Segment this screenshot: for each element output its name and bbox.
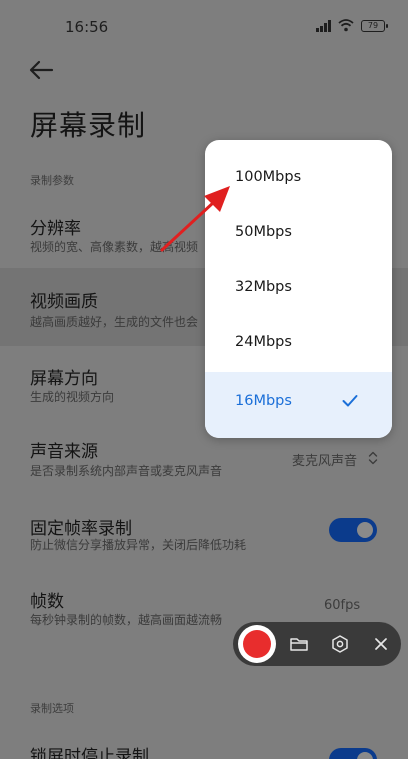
option-label: 24Mbps — [235, 334, 292, 350]
fps-value: 60fps — [324, 598, 361, 613]
back-arrow-icon[interactable] — [28, 58, 54, 82]
setting-row-fixed-fps: 固定帧率录制 防止微信分享播放异常，关闭后降低功耗 — [0, 500, 408, 568]
row-title: 帧数 — [30, 592, 64, 612]
lock-stop-toggle[interactable] — [329, 748, 377, 759]
setting-row-lock-stop: 锁屏时停止录制 — [0, 728, 408, 759]
folder-icon[interactable] — [289, 634, 309, 654]
red-arrow-annotation — [160, 186, 230, 252]
section-label-options: 录制选项 — [30, 702, 74, 715]
dropdown-option[interactable]: 24Mbps — [205, 316, 392, 371]
status-bar: 16:56 79 — [0, 0, 408, 52]
row-desc: 生成的视频方向 — [30, 390, 115, 404]
option-label: 32Mbps — [235, 279, 292, 295]
row-title: 分辨率 — [30, 219, 81, 239]
row-desc: 每秒钟录制的帧数，越高画面越流畅 — [30, 613, 223, 627]
hexagon-settings-icon[interactable] — [330, 634, 350, 654]
row-title: 屏幕方向 — [30, 369, 98, 389]
floating-recorder — [233, 622, 401, 666]
signal-icon — [316, 20, 334, 32]
select-updown-icon — [368, 451, 378, 465]
section-label-params: 录制参数 — [30, 174, 74, 187]
row-desc: 越高画质越好，生成的文件也会 — [30, 315, 199, 329]
audio-source-value: 麦克风声音 — [292, 454, 358, 469]
row-desc: 防止微信分享播放异常，关闭后降低功耗 — [30, 538, 247, 552]
page-title: 屏幕录制 — [30, 109, 147, 142]
row-title: 视频画质 — [30, 292, 98, 312]
check-icon — [342, 395, 358, 407]
record-button[interactable] — [238, 625, 276, 663]
row-title: 锁屏时停止录制 — [30, 747, 149, 759]
row-desc: 是否录制系统内部声音或麦克风声音 — [30, 464, 223, 478]
status-time: 16:56 — [65, 18, 109, 36]
fixed-fps-toggle[interactable] — [329, 518, 377, 542]
option-label: 100Mbps — [235, 169, 302, 185]
dropdown-option[interactable]: 32Mbps — [205, 261, 392, 316]
battery-icon: 79 — [361, 20, 388, 32]
row-title: 声音来源 — [30, 442, 98, 462]
wifi-icon — [338, 19, 354, 32]
option-label: 16Mbps — [235, 393, 292, 409]
close-icon[interactable] — [371, 634, 391, 654]
dropdown-option-selected[interactable]: 16Mbps — [205, 372, 392, 438]
screen-recording-settings: 16:56 79 屏幕录制 录制参数 分辨率 视频的宽、高像素数，越高视频 视频… — [0, 0, 408, 759]
option-label: 50Mbps — [235, 224, 292, 240]
